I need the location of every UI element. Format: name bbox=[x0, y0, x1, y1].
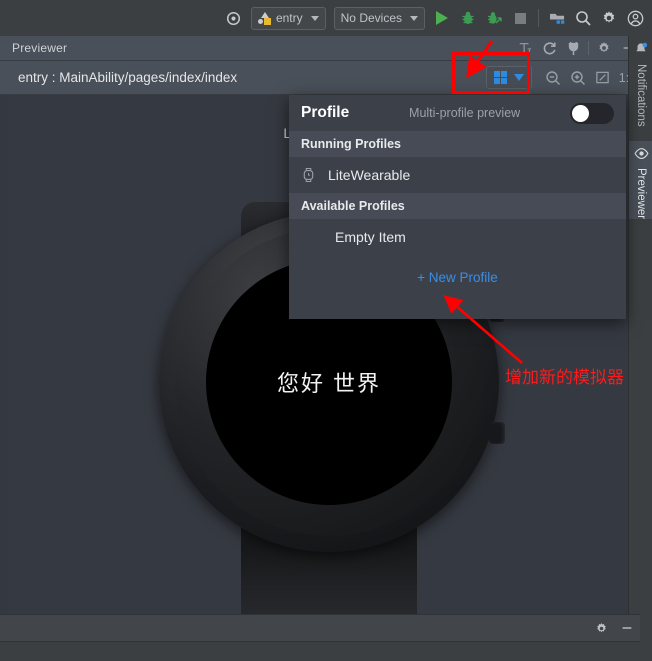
module-selector[interactable]: entry bbox=[250, 6, 326, 30]
annotation-note: 增加新的模拟器 bbox=[505, 368, 624, 387]
section-available-profiles: Available Profiles bbox=[289, 193, 626, 219]
stop-square-icon bbox=[514, 12, 526, 24]
debug-button[interactable] bbox=[455, 5, 481, 31]
breadcrumb-bar: entry : MainAbility/pages/index/index 1:… bbox=[0, 61, 640, 95]
account-button[interactable] bbox=[622, 5, 648, 31]
main-toolbar: entry No Devices bbox=[0, 0, 652, 36]
gear-icon[interactable] bbox=[588, 615, 614, 641]
chevron-down-icon bbox=[410, 15, 418, 21]
profile-dropdown-title: Profile bbox=[301, 104, 350, 121]
zoom-out-button[interactable] bbox=[540, 65, 565, 91]
search-button[interactable] bbox=[570, 5, 596, 31]
settings-button[interactable] bbox=[596, 5, 622, 31]
profile-button[interactable] bbox=[481, 5, 507, 31]
gear-icon[interactable] bbox=[592, 37, 616, 59]
profile-item-empty[interactable]: Empty Item bbox=[289, 219, 626, 255]
header-divider bbox=[588, 41, 589, 55]
rail-tab-notifications[interactable]: Notifications bbox=[629, 36, 652, 127]
bug-arrow-icon bbox=[488, 12, 502, 24]
screen-hello-text: 您好 世界 bbox=[276, 371, 382, 396]
stop-button[interactable] bbox=[507, 5, 533, 31]
bell-icon bbox=[634, 42, 648, 59]
new-profile-link[interactable]: + New Profile bbox=[289, 255, 626, 299]
toggle-knob bbox=[572, 104, 589, 122]
account-icon bbox=[627, 10, 643, 26]
breadcrumb: entry : MainAbility/pages/index/index bbox=[18, 70, 238, 85]
watch-side-button bbox=[489, 422, 505, 444]
watch-icon bbox=[301, 167, 316, 183]
toolbar-divider bbox=[538, 9, 539, 27]
annotation-highlight-box bbox=[452, 52, 530, 94]
device-selector-label: No Devices bbox=[340, 11, 402, 25]
previewer-panel-header: Previewer bbox=[0, 36, 640, 61]
ide-window: entry No Devices Previewer entry: MainA… bbox=[0, 0, 652, 661]
chevron-down-icon bbox=[310, 15, 319, 21]
target-icon[interactable] bbox=[221, 5, 247, 31]
device-manager-button[interactable] bbox=[544, 5, 570, 31]
rail-tab-previewer[interactable]: Previewer bbox=[629, 140, 652, 219]
window-footer bbox=[0, 642, 640, 661]
multi-profile-label: Multi-profile preview bbox=[409, 106, 521, 120]
gear-icon bbox=[603, 11, 615, 23]
profile-item-label: LiteWearable bbox=[328, 167, 411, 183]
eye-icon bbox=[633, 147, 649, 163]
refresh-icon[interactable] bbox=[537, 37, 561, 59]
profile-item-label: Empty Item bbox=[335, 229, 406, 245]
multi-profile-toggle[interactable] bbox=[570, 102, 614, 124]
module-selector-label: entry bbox=[275, 11, 303, 25]
fit-screen-button[interactable] bbox=[590, 65, 615, 91]
bug-icon bbox=[462, 11, 474, 24]
device-selector[interactable]: No Devices bbox=[333, 6, 425, 30]
rail-tab-label: Previewer bbox=[635, 167, 647, 219]
profile-dropdown-menu[interactable]: Profile Multi-profile preview Running Pr… bbox=[289, 95, 626, 319]
run-triangle-icon bbox=[436, 11, 448, 25]
right-tool-rail: Notifications Previewer bbox=[628, 36, 652, 661]
module-icon bbox=[257, 11, 271, 25]
profile-dropdown-header: Profile Multi-profile preview bbox=[289, 95, 626, 131]
rail-tab-label: Notifications bbox=[635, 64, 647, 127]
search-icon bbox=[576, 11, 591, 26]
plug-icon[interactable] bbox=[561, 37, 585, 59]
bottom-status-bar bbox=[0, 614, 640, 642]
run-button[interactable] bbox=[429, 5, 455, 31]
device-manager-icon bbox=[549, 13, 564, 24]
panel-title: Previewer bbox=[12, 41, 68, 55]
section-running-profiles: Running Profiles bbox=[289, 131, 626, 157]
profile-item-litewearable[interactable]: LiteWearable bbox=[289, 157, 626, 193]
zoom-in-button[interactable] bbox=[565, 65, 590, 91]
minimize-icon[interactable] bbox=[614, 615, 640, 641]
